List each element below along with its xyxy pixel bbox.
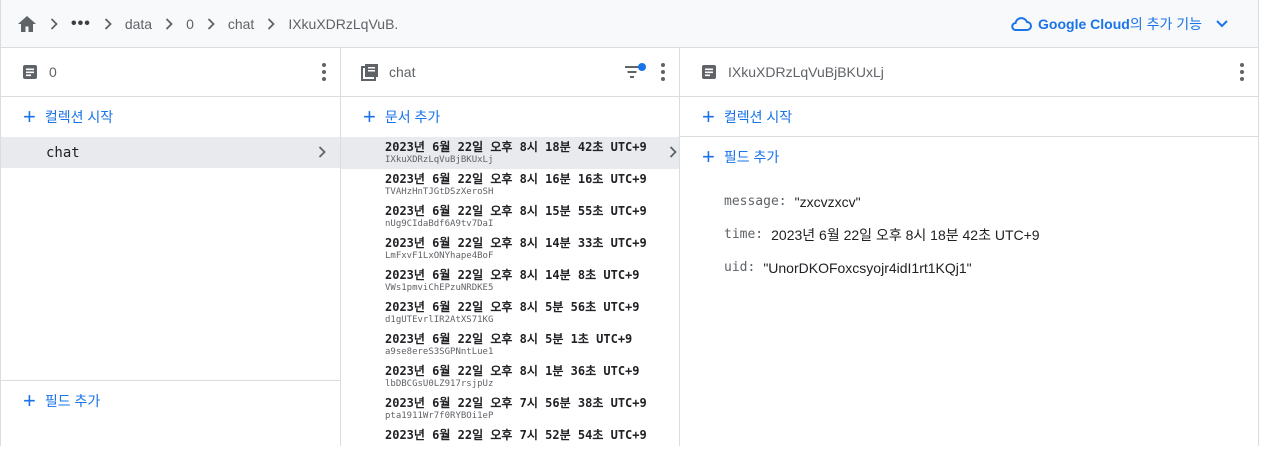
cloud-icon (1010, 16, 1033, 32)
panel-header: chat (341, 48, 679, 97)
document-list: 2023년 6월 22일 오후 8시 18분 42초 UTC+9 IXkuXDR… (341, 137, 679, 457)
start-collection-label: 컬렉션 시작 (44, 109, 114, 125)
document-date: 2023년 6월 22일 오후 8시 14분 33초 UTC+9 (385, 236, 647, 250)
document-date: 2023년 6월 22일 오후 8시 5분 1초 UTC+9 (385, 332, 633, 346)
chevron-right-icon (267, 17, 276, 30)
chevron-down-icon (1216, 20, 1228, 28)
document-date: 2023년 6월 22일 오후 8시 16분 16초 UTC+9 (385, 172, 647, 186)
panel-title: IXkuXDRzLqVuBjBKUxLj (728, 64, 884, 80)
google-cloud-extensions-button[interactable]: Google Cloud 의 추가 기능 (1010, 0, 1228, 48)
chevron-right-icon (50, 17, 58, 30)
field-value: 2023년 6월 22일 오후 8시 18분 42초 UTC+9 (771, 226, 1040, 243)
add-field-button[interactable]: + 필드 추가 (1, 380, 340, 420)
document-id: a9se8ereS3SGPNntLue1 (385, 347, 494, 357)
document-item[interactable]: 2023년 6월 22일 오후 8시 16분 16초 UTC+9 TVAHzHn… (341, 169, 679, 201)
chevron-right-icon (669, 145, 677, 163)
plus-icon: + (23, 387, 36, 413)
plus-icon: + (702, 103, 715, 129)
breadcrumb: ••• data 0 chat IXkuXDRzLqVuB. (1, 15, 398, 33)
breadcrumb-item-chat[interactable]: chat (228, 16, 254, 32)
document-item[interactable]: 2023년 6월 22일 오후 8시 15분 55초 UTC+9 nUg9CId… (341, 201, 679, 233)
breadcrumb-item-0[interactable]: 0 (186, 16, 194, 32)
start-collection-label: 컬렉션 시작 (723, 108, 793, 125)
document-date: 2023년 6월 22일 오후 8시 14분 8초 UTC+9 (385, 268, 640, 282)
document-id: LmFxvF1LxONYhape4BoF (385, 251, 494, 261)
document-item[interactable]: 2023년 6월 22일 오후 7시 56분 38초 UTC+9 pta1911… (341, 393, 679, 425)
document-item[interactable]: 2023년 6월 22일 오후 8시 1분 36초 UTC+9 lbDBCGsU… (341, 361, 679, 393)
breadcrumb-item-data[interactable]: data (125, 16, 152, 32)
document-date: 2023년 6월 22일 오후 8시 1분 36초 UTC+9 (385, 364, 640, 378)
document-id: d1gUTEvrlIR2AtXS71KG (385, 315, 494, 325)
field-row-uid[interactable]: uid: "UnorDKOFoxcsyojr4idI1rt1KQj1" (724, 251, 1258, 284)
document-item[interactable]: 2023년 6월 22일 오후 7시 52분 54초 UTC+9 (341, 425, 679, 457)
panel-title: 0 (49, 64, 57, 80)
document-item[interactable]: 2023년 6월 22일 오후 8시 5분 1초 UTC+9 a9se8ereS… (341, 329, 679, 361)
more-vert-icon[interactable] (1240, 63, 1244, 81)
plus-icon: + (23, 104, 36, 129)
more-vert-icon[interactable] (661, 63, 665, 81)
add-field-label: 필드 추가 (44, 392, 101, 409)
collection-icon (361, 63, 379, 81)
home-icon[interactable] (17, 15, 37, 33)
breadcrumb-more-button[interactable]: ••• (71, 15, 91, 33)
document-icon (21, 63, 39, 81)
document-date: 2023년 6월 22일 오후 7시 52분 54초 UTC+9 (385, 428, 647, 442)
collection-item-chat[interactable]: chat (1, 137, 340, 168)
breadcrumb-bar: ••• data 0 chat IXkuXDRzLqVuB. Google Cl… (1, 0, 1258, 48)
field-key: message: (724, 194, 787, 209)
chevron-right-icon (165, 17, 173, 30)
document-id: VWs1pmviChEPzuNRDKE5 (385, 283, 494, 293)
more-vert-icon[interactable] (322, 63, 326, 81)
document-item[interactable]: 2023년 6월 22일 오후 8시 5분 56초 UTC+9 d1gUTEvr… (341, 297, 679, 329)
document-detail-panel: IXkuXDRzLqVuBjBKUxLj + 컬렉션 시작 + 필드 추가 me… (680, 48, 1258, 446)
chevron-right-icon (318, 146, 326, 162)
document-item[interactable]: 2023년 6월 22일 오후 8시 18분 42초 UTC+9 IXkuXDR… (341, 137, 679, 169)
document-id: TVAHzHnTJGtDSzXeroSH (385, 187, 494, 197)
panel-header: 0 (1, 48, 340, 97)
document-date: 2023년 6월 22일 오후 8시 5분 56초 UTC+9 (385, 300, 640, 314)
document-item[interactable]: 2023년 6월 22일 오후 8시 14분 33초 UTC+9 LmFxvF1… (341, 233, 679, 265)
field-row-time[interactable]: time: 2023년 6월 22일 오후 8시 18분 42초 UTC+9 (724, 218, 1258, 251)
panel-header: IXkuXDRzLqVuBjBKUxLj (680, 48, 1258, 97)
collection-panel: chat + 문서 추가 2023년 6월 22일 오후 8시 18분 42초 … (341, 48, 680, 446)
google-cloud-suffix: 의 추가 기능 (1129, 16, 1202, 32)
root-document-panel: 0 + 컬렉션 시작 chat + 필드 추가 (1, 48, 341, 446)
panel-title: chat (389, 64, 416, 80)
document-date: 2023년 6월 22일 오후 7시 56분 38초 UTC+9 (385, 396, 647, 410)
document-item[interactable]: 2023년 6월 22일 오후 8시 14분 8초 UTC+9 VWs1pmvi… (341, 265, 679, 297)
plus-icon: + (363, 104, 376, 129)
document-date: 2023년 6월 22일 오후 8시 18분 42초 UTC+9 (385, 140, 647, 154)
chevron-right-icon (104, 17, 112, 30)
document-id: IXkuXDRzLqVuBjBKUxLj (385, 155, 494, 165)
document-id: lbDBCGsU0LZ917rsjpUz (385, 379, 494, 389)
field-key: time: (724, 227, 764, 242)
field-value: "UnorDKOFoxcsyojr4idI1rt1KQj1" (763, 259, 972, 276)
document-date: 2023년 6월 22일 오후 8시 15분 55초 UTC+9 (385, 204, 647, 218)
breadcrumb-item-document[interactable]: IXkuXDRzLqVuB. (288, 16, 398, 32)
field-list: message: "zxcvzxcv" time: 2023년 6월 22일 오… (680, 177, 1258, 284)
chevron-right-icon (207, 17, 215, 30)
document-icon (700, 63, 718, 81)
field-key: uid: (724, 260, 756, 275)
start-collection-button[interactable]: + 컬렉션 시작 (680, 97, 1258, 137)
google-cloud-brand: Google Cloud (1038, 16, 1130, 32)
document-id: pta1911Wr7f0RYBOi1eP (385, 411, 494, 421)
collection-name: chat (46, 144, 80, 161)
add-document-button[interactable]: + 문서 추가 (341, 97, 679, 137)
filter-list-icon[interactable] (625, 63, 647, 82)
plus-icon: + (702, 144, 715, 169)
document-id: nUg9CIdaBdf6A9tv7DaI (385, 219, 494, 229)
field-value: "zxcvzxcv" (794, 193, 861, 210)
firestore-data-viewer: ••• data 0 chat IXkuXDRzLqVuB. Google Cl… (0, 0, 1259, 446)
add-field-button[interactable]: + 필드 추가 (680, 137, 1258, 177)
add-document-label: 문서 추가 (384, 109, 441, 125)
start-collection-button[interactable]: + 컬렉션 시작 (1, 97, 340, 137)
add-field-label: 필드 추가 (723, 149, 780, 165)
field-row-message[interactable]: message: "zxcvzxcv" (724, 185, 1258, 218)
